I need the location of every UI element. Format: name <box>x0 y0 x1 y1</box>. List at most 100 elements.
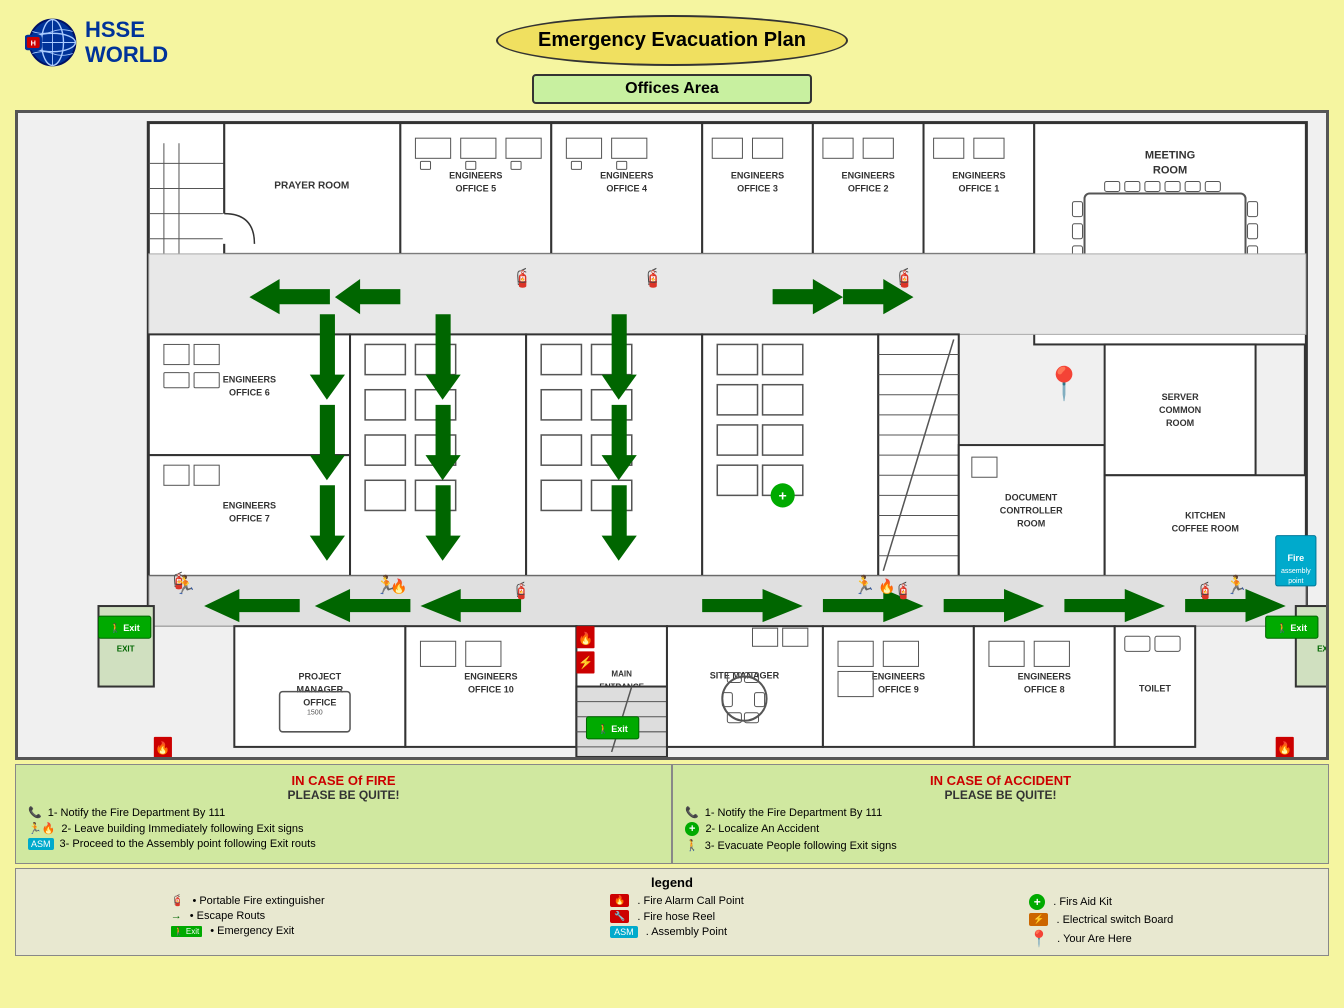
legend-assembly: ASM . Assembly Point <box>610 926 744 938</box>
svg-text:ENGINEERS: ENGINEERS <box>223 500 276 510</box>
svg-text:point: point <box>1288 578 1303 585</box>
svg-text:🧯: 🧯 <box>511 581 531 600</box>
legend-fire-ext: 🧯 • Portable Fire extinguisher <box>171 894 325 907</box>
accident-step-1: 📞 1- Notify the Fire Department By 111 <box>685 806 1316 819</box>
svg-text:🚶 Exit: 🚶 Exit <box>597 723 627 734</box>
legend-electrical: ⚡ . Electrical switch Board <box>1029 913 1173 926</box>
svg-text:🔥: 🔥 <box>578 631 593 645</box>
svg-text:ROOM: ROOM <box>1017 519 1045 529</box>
svg-text:🔥: 🔥 <box>1277 741 1292 755</box>
svg-text:OFFICE 2: OFFICE 2 <box>848 184 889 194</box>
fire-instruction: PLEASE BE QUITE! <box>28 788 659 802</box>
svg-text:+: + <box>779 487 787 503</box>
svg-text:🔥: 🔥 <box>155 741 170 755</box>
logo-area: H HSSE WORLD <box>25 15 168 70</box>
svg-text:KITCHEN: KITCHEN <box>1185 511 1225 521</box>
fire-section: IN CASE Of FIRE PLEASE BE QUITE! 📞 1- No… <box>15 764 672 864</box>
fire-title: IN CASE Of FIRE <box>28 773 659 788</box>
accident-step-2: + 2- Localize An Accident <box>685 822 1316 836</box>
svg-text:SERVER: SERVER <box>1162 392 1200 402</box>
svg-text:OFFICE 5: OFFICE 5 <box>455 184 496 194</box>
svg-text:🧯: 🧯 <box>511 267 534 288</box>
subtitle-box: Offices Area <box>532 74 812 104</box>
legend-first-aid: + . Firs Aid Kit <box>1029 894 1173 910</box>
main-title: Emergency Evacuation Plan <box>496 15 848 66</box>
svg-text:MEETING: MEETING <box>1145 149 1195 161</box>
svg-text:OFFICE 3: OFFICE 3 <box>737 184 778 194</box>
svg-text:OFFICE 7: OFFICE 7 <box>229 514 270 524</box>
svg-text:🚶 Exit: 🚶 Exit <box>109 622 139 633</box>
floorplan: TOILET PRAYER ROOM ENGINEERS OFFICE 5 <box>15 110 1329 760</box>
accident-instruction: PLEASE BE QUITE! <box>685 788 1316 802</box>
svg-text:H: H <box>31 38 36 47</box>
subtitle-container: Offices Area <box>15 74 1329 110</box>
svg-text:ROOM: ROOM <box>1153 164 1187 176</box>
svg-text:MANAGER: MANAGER <box>296 685 343 695</box>
exit-sign-icon: 🚶 Exit <box>171 926 203 937</box>
svg-text:TOILET: TOILET <box>1139 684 1171 694</box>
svg-text:ENGINEERS: ENGINEERS <box>223 375 276 385</box>
svg-text:ENGINEERS: ENGINEERS <box>1018 671 1071 681</box>
fire-step-2: 🏃🔥 2- Leave building Immediately followi… <box>28 822 659 835</box>
svg-text:OFFICE: OFFICE <box>303 698 336 708</box>
svg-text:ENGINEERS: ENGINEERS <box>449 170 502 180</box>
svg-text:Fire: Fire <box>1288 553 1305 563</box>
fire-ext-icon: 🧯 <box>171 894 185 907</box>
fire-step-3: ASM 3- Proceed to the Assembly point fol… <box>28 838 659 850</box>
svg-text:🔥: 🔥 <box>390 578 408 595</box>
svg-text:COMMON: COMMON <box>1159 405 1201 415</box>
location-pin-icon: 📍 <box>1029 929 1049 949</box>
svg-text:OFFICE 1: OFFICE 1 <box>959 184 1000 194</box>
phone-icon-2: 📞 <box>685 806 699 819</box>
svg-text:ENGINEERS: ENGINEERS <box>872 671 925 681</box>
svg-text:🧯: 🧯 <box>893 581 913 600</box>
legend-fire-alarm: 🔥 . Fire Alarm Call Point <box>610 894 744 907</box>
svg-text:🧯: 🧯 <box>893 267 916 288</box>
legend-you-are-here: 📍 . Your Are Here <box>1029 929 1173 949</box>
svg-text:ROOM: ROOM <box>1166 418 1194 428</box>
svg-text:ENGINEERS: ENGINEERS <box>600 170 653 180</box>
floorplan-svg: TOILET PRAYER ROOM ENGINEERS OFFICE 5 <box>18 113 1326 757</box>
svg-text:assembly: assembly <box>1281 568 1311 575</box>
fire-alarm-icon: 🔥 <box>610 894 629 907</box>
svg-text:1500: 1500 <box>307 710 323 717</box>
assembly-icon: ASM <box>610 926 638 938</box>
electrical-icon: ⚡ <box>1029 913 1048 926</box>
globe-icon: H <box>25 15 80 70</box>
svg-text:OFFICE 6: OFFICE 6 <box>229 388 270 398</box>
accident-instructions-list: 📞 1- Notify the Fire Department By 111 +… <box>685 806 1316 852</box>
legend-emergency-exit: 🚶 Exit • Emergency Exit <box>171 925 325 937</box>
fire-instructions-list: 📞 1- Notify the Fire Department By 111 🏃… <box>28 806 659 850</box>
svg-text:🏃: 🏃 <box>174 574 197 595</box>
svg-text:⚡: ⚡ <box>578 655 593 670</box>
svg-text:OFFICE 10: OFFICE 10 <box>468 685 514 695</box>
svg-text:🔥: 🔥 <box>878 578 896 595</box>
svg-text:📍: 📍 <box>1044 365 1084 403</box>
logo-text: HSSE WORLD <box>85 18 168 66</box>
header-area: H HSSE WORLD Emergency Evacuation Plan <box>15 15 1329 66</box>
svg-text:🏃: 🏃 <box>1225 574 1248 595</box>
svg-text:COFFEE ROOM: COFFEE ROOM <box>1172 524 1239 534</box>
exit-run-icon: 🏃🔥 <box>28 822 55 835</box>
svg-text:EXIT: EXIT <box>1317 644 1326 653</box>
first-aid-kit-icon: + <box>1029 894 1045 910</box>
svg-text:🧯: 🧯 <box>1195 581 1215 600</box>
first-aid-icon: + <box>685 822 699 836</box>
svg-text:OFFICE 8: OFFICE 8 <box>1024 685 1065 695</box>
bottom-sections: IN CASE Of FIRE PLEASE BE QUITE! 📞 1- No… <box>15 764 1329 864</box>
accident-section: IN CASE Of ACCIDENT PLEASE BE QUITE! 📞 1… <box>672 764 1329 864</box>
svg-text:CONTROLLER: CONTROLLER <box>1000 505 1063 515</box>
svg-text:ENGINEERS: ENGINEERS <box>731 170 784 180</box>
svg-text:🧯: 🧯 <box>642 267 665 288</box>
legend-title: legend <box>28 875 1316 890</box>
svg-text:PRAYER ROOM: PRAYER ROOM <box>274 180 349 191</box>
legend-col-2: 🔥 . Fire Alarm Call Point 🔧 . Fire hose … <box>610 894 744 949</box>
legend-escape: → • Escape Routs <box>171 910 325 922</box>
fire-step-1: 📞 1- Notify the Fire Department By 111 <box>28 806 659 819</box>
escape-route-icon: → <box>171 910 182 922</box>
fire-hose-icon: 🔧 <box>610 910 629 923</box>
legend-fire-hose: 🔧 . Fire hose Reel <box>610 910 744 923</box>
svg-text:PROJECT: PROJECT <box>298 671 341 681</box>
assembly-icon-small: ASM <box>28 838 54 850</box>
accident-step-3: 🚶 3- Evacuate People following Exit sign… <box>685 839 1316 852</box>
